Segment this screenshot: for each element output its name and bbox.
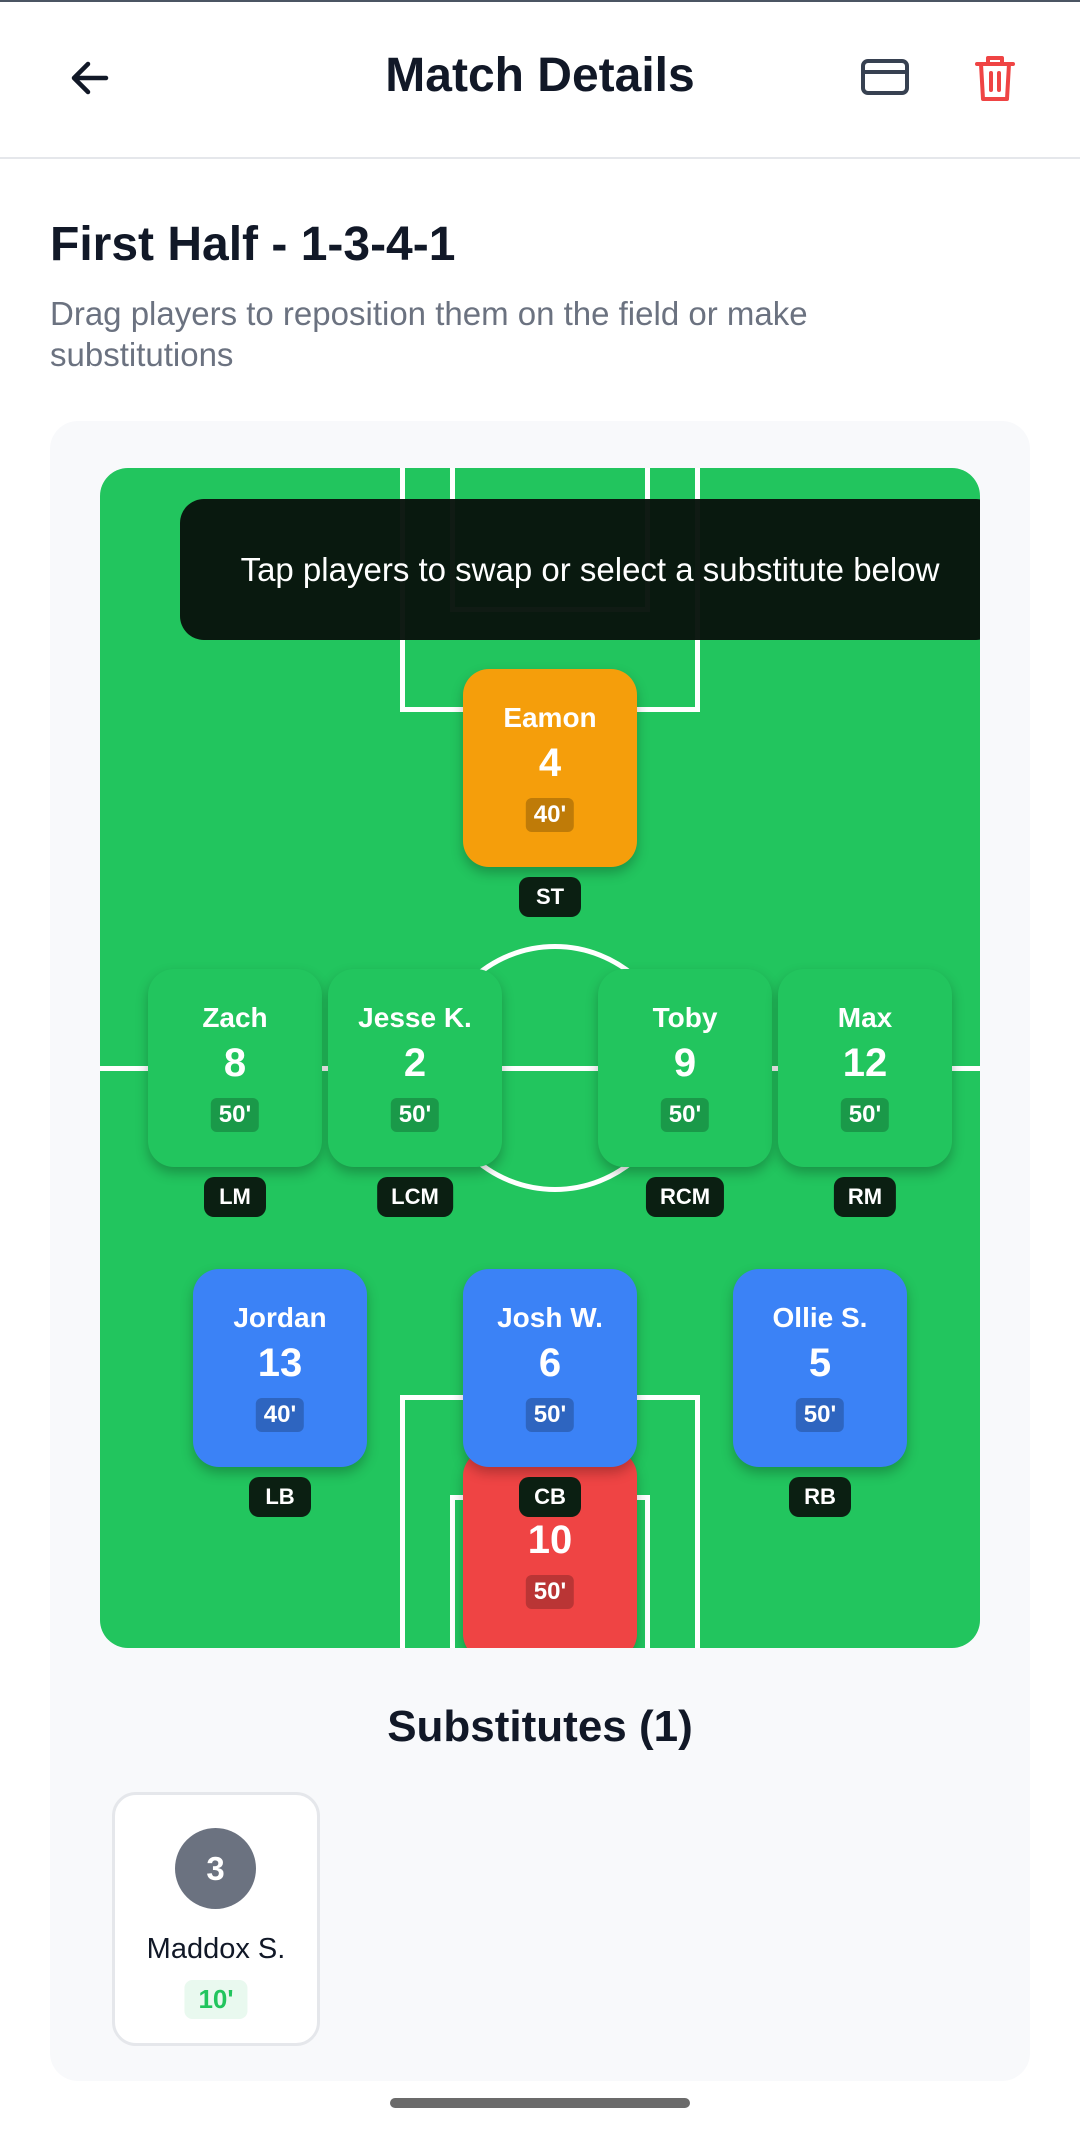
player-number: 13 [257, 1341, 303, 1385]
soccer-field: Tap players to swap or select a substitu… [100, 468, 980, 1648]
trash-icon [973, 53, 1017, 108]
substitute-card[interactable]: 3 Maddox S. 10' [112, 1792, 320, 2046]
position-badge-st: ST [519, 877, 581, 917]
home-indicator[interactable] [390, 2098, 690, 2108]
player-card-rcm[interactable]: Toby 9 50' [598, 969, 772, 1167]
position-badge-lb: LB [249, 1477, 311, 1517]
position-badge-rcm: RCM [645, 1177, 725, 1217]
player-number: 8 [223, 1041, 247, 1085]
player-minutes: 50' [525, 1398, 575, 1432]
player-card-lb[interactable]: Jordan 13 40' [193, 1269, 367, 1467]
player-number: 2 [403, 1041, 427, 1085]
position-badge-rm: RM [833, 1177, 897, 1217]
lineup-panel: Tap players to swap or select a substitu… [50, 421, 1030, 2081]
substitute-name: Maddox S. [146, 1933, 286, 1965]
position-badge-rb: RB [789, 1477, 851, 1517]
player-number: 12 [842, 1041, 888, 1085]
player-minutes: 50' [525, 1575, 575, 1609]
player-name: Josh W. [497, 1302, 603, 1333]
credit-card-icon [860, 58, 910, 103]
player-minutes: 40' [255, 1398, 305, 1432]
position-badge-lcm: LCM [377, 1177, 453, 1217]
app-header: Match Details [0, 2, 1080, 159]
player-card-lcm[interactable]: Jesse K. 2 50' [328, 969, 502, 1167]
player-minutes: 40' [525, 798, 575, 832]
page-title: Match Details [385, 49, 695, 102]
player-card-rm[interactable]: Max 12 50' [778, 969, 952, 1167]
substitute-number-avatar: 3 [175, 1828, 256, 1909]
player-minutes: 50' [795, 1398, 845, 1432]
player-card-rb[interactable]: Ollie S. 5 50' [733, 1269, 907, 1467]
player-number: 9 [673, 1041, 697, 1085]
player-number: 4 [538, 741, 562, 785]
player-card-lm[interactable]: Zach 8 50' [148, 969, 322, 1167]
player-name: Jordan [233, 1302, 327, 1333]
player-minutes: 50' [390, 1098, 440, 1132]
player-name: Jesse K. [358, 1002, 472, 1033]
player-name: Toby [652, 1002, 718, 1033]
player-number: 5 [808, 1341, 832, 1385]
position-badge-cb: CB [519, 1477, 581, 1517]
card-button[interactable] [855, 52, 915, 108]
player-minutes: 50' [660, 1098, 710, 1132]
position-badge-lm: LM [204, 1177, 266, 1217]
player-name: Max [837, 1002, 893, 1033]
substitute-minutes: 10' [184, 1980, 248, 2019]
delete-button[interactable] [965, 50, 1025, 110]
player-number: 6 [538, 1341, 562, 1385]
player-minutes: 50' [210, 1098, 260, 1132]
player-card-cb[interactable]: Josh W. 6 50' [463, 1269, 637, 1467]
main-content: First Half - 1-3-4-1 Drag players to rep… [0, 159, 1080, 2081]
player-name: Eamon [503, 702, 597, 733]
player-card-st[interactable]: Eamon 4 40' [463, 669, 637, 867]
half-title: First Half - 1-3-4-1 [50, 218, 456, 271]
substitutes-title: Substitutes (1) [387, 1702, 693, 1751]
player-minutes: 50' [840, 1098, 890, 1132]
player-name: Zach [202, 1002, 268, 1033]
player-number: 10 [527, 1518, 573, 1562]
instructions-text: Drag players to reposition them on the f… [50, 295, 808, 373]
swap-hint-banner: Tap players to swap or select a substitu… [180, 499, 980, 640]
player-name: Ollie S. [772, 1302, 868, 1333]
